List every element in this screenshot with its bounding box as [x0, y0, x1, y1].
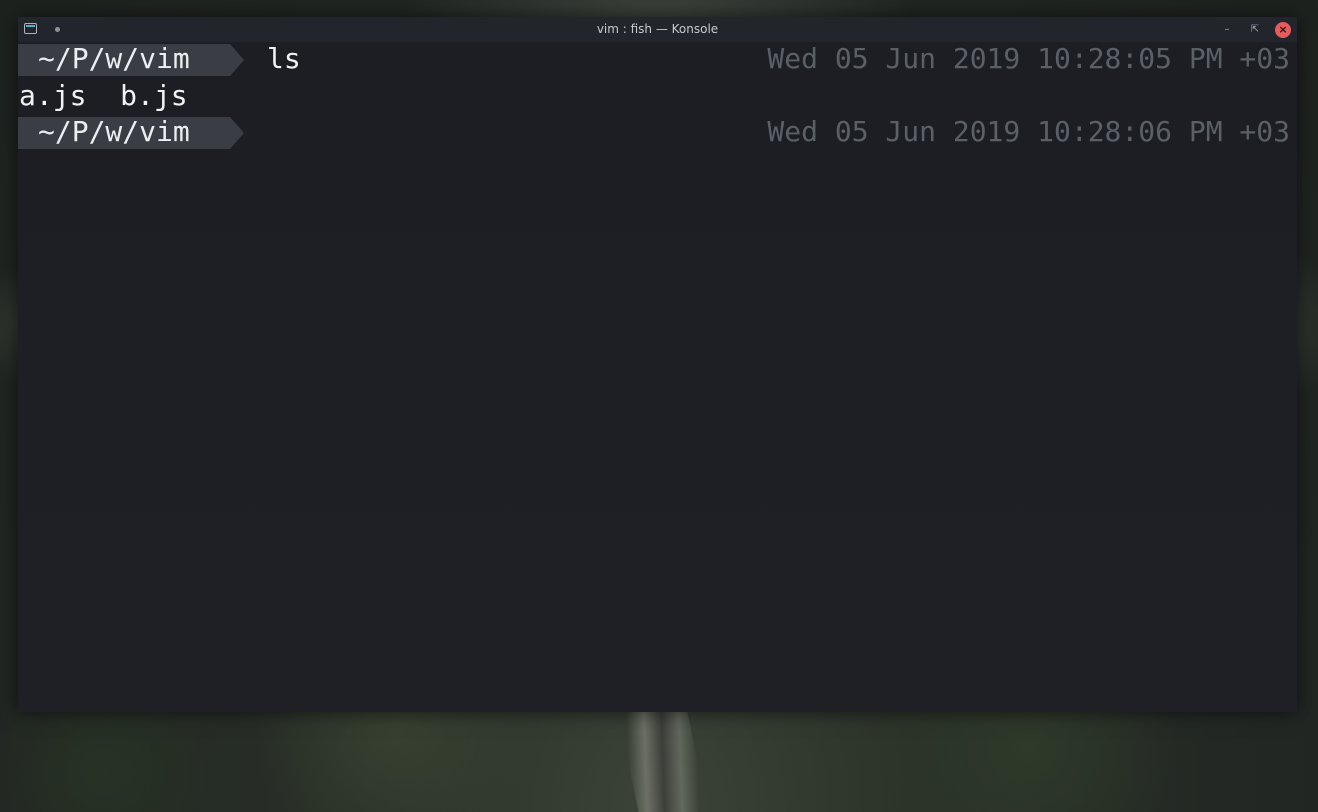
terminal-area[interactable]: ~/P/w/vim ls Wed 05 Jun 2019 10:28:05 PM…	[18, 42, 1297, 712]
command-output: a.js b.js	[19, 79, 188, 112]
prompt-timestamp: Wed 05 Jun 2019 10:28:06 PM +03	[767, 115, 1290, 148]
minimize-button[interactable]: –	[1219, 22, 1235, 38]
prompt-line: ~/P/w/vim ls Wed 05 Jun 2019 10:28:05 PM…	[18, 42, 1297, 78]
output-line: a.js b.js	[18, 79, 1297, 115]
close-button[interactable]: ×	[1275, 22, 1291, 38]
prompt-cwd: ~/P/w/vim	[38, 42, 190, 75]
prompt-line: ~/P/w/vim Wed 05 Jun 2019 10:28:06 PM +0…	[18, 115, 1297, 151]
prompt-arrow-icon	[230, 44, 244, 76]
prompt-cwd: ~/P/w/vim	[38, 115, 190, 148]
konsole-window[interactable]: vim : fish — Konsole – ⇱ × ~/P/w/vim ls …	[18, 17, 1297, 712]
window-title: vim : fish — Konsole	[596, 22, 719, 36]
prompt-arrow-icon	[230, 117, 244, 149]
maximize-button[interactable]: ⇱	[1247, 22, 1263, 38]
prompt-segment: ~/P/w/vim	[18, 115, 230, 149]
prompt-segment: ~/P/w/vim	[18, 42, 230, 76]
window-titlebar[interactable]: vim : fish — Konsole – ⇱ ×	[18, 17, 1297, 42]
prompt-command: ls	[267, 42, 301, 75]
prompt-timestamp: Wed 05 Jun 2019 10:28:05 PM +03	[767, 42, 1290, 75]
